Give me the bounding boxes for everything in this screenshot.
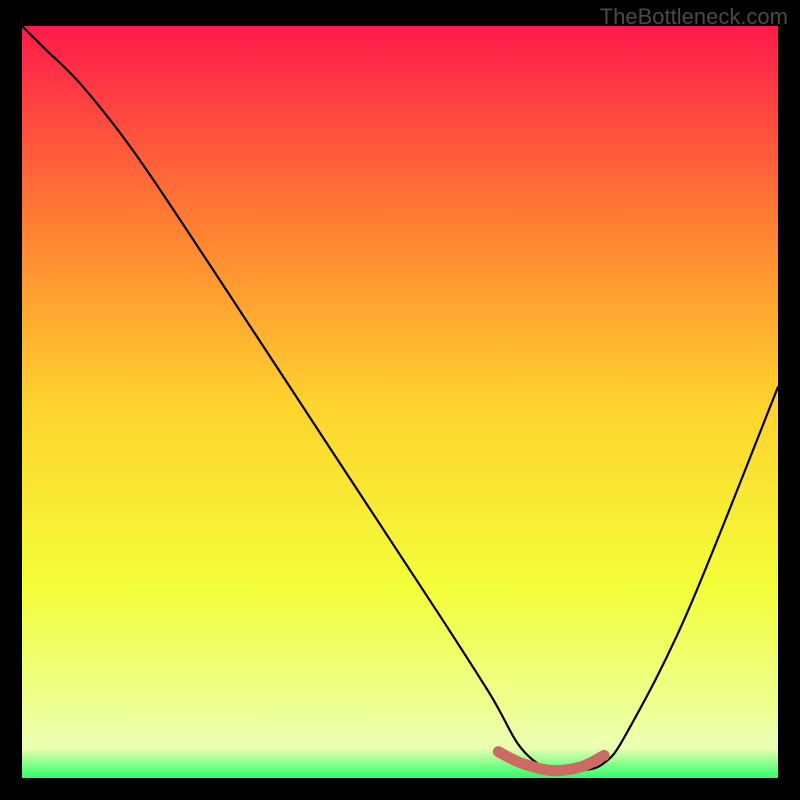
chart-svg bbox=[22, 26, 778, 778]
watermark-text: TheBottleneck.com bbox=[600, 4, 788, 30]
chart-frame: TheBottleneck.com bbox=[0, 0, 800, 800]
chart-canvas bbox=[22, 26, 778, 778]
heat-background bbox=[22, 26, 778, 778]
